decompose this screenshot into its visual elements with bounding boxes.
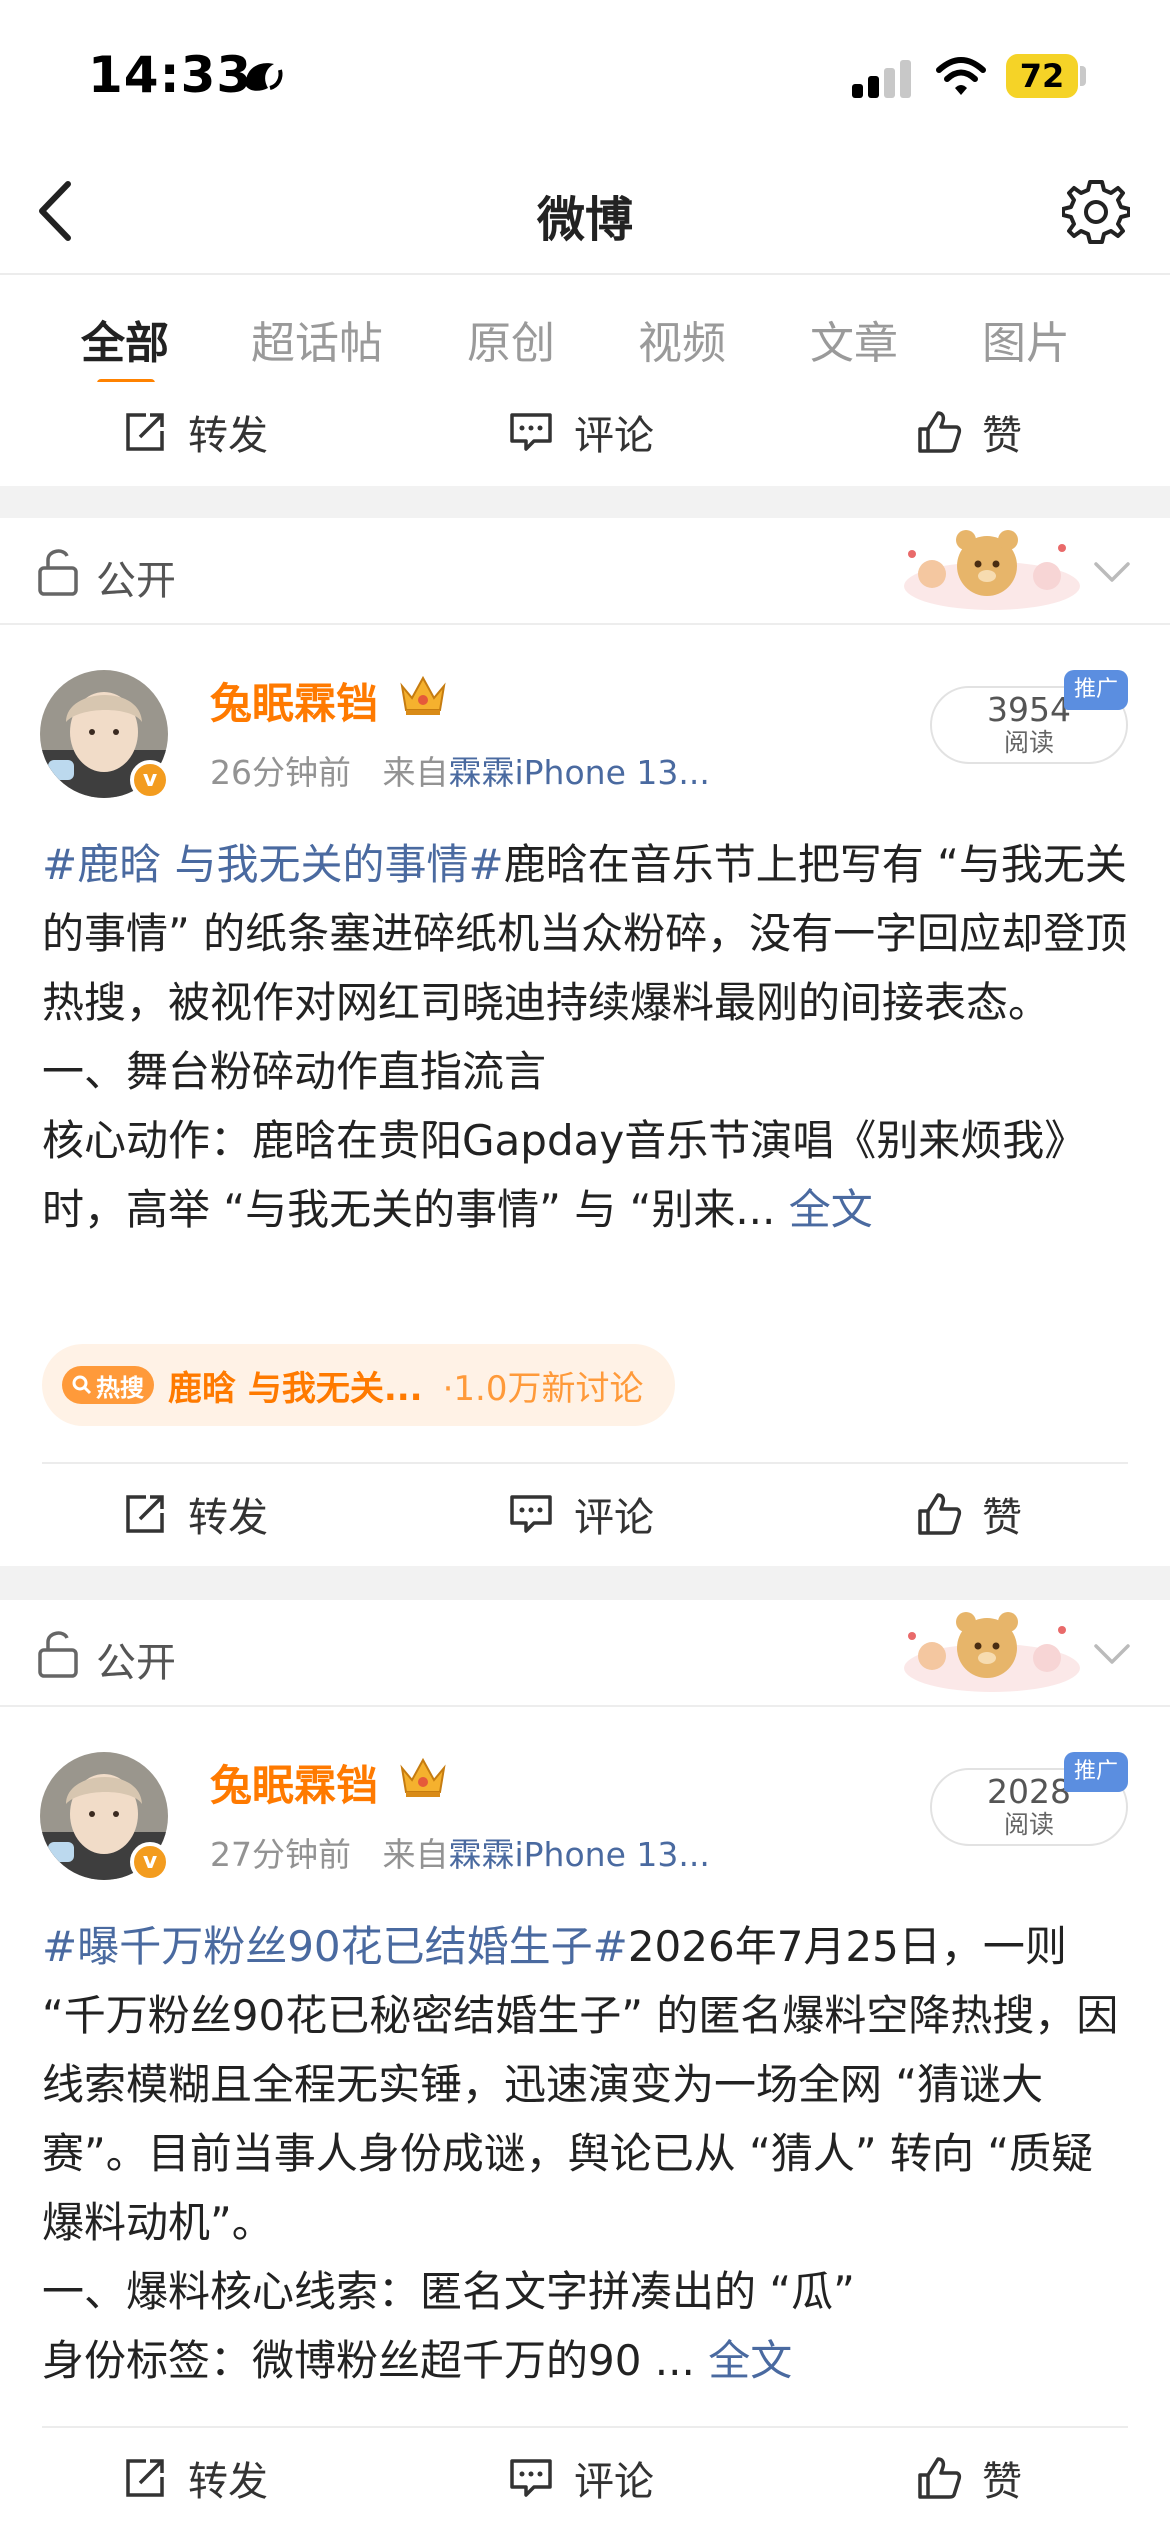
comment-label: 评论 bbox=[574, 1495, 654, 1541]
weibo-page: 14:33 72 微博 全部 超话帖 原创 视频 文章 图片 转发 评论 赞 公… bbox=[0, 0, 1170, 2532]
nav-bar: 微博 bbox=[0, 150, 1170, 275]
read-more-link[interactable]: 全文 bbox=[789, 1185, 873, 1234]
hot-search-keyword: 鹿晗 与我无关... bbox=[168, 1368, 423, 1409]
promo-badge: 推广 bbox=[1064, 1752, 1128, 1792]
verified-badge-icon: v bbox=[130, 1842, 170, 1882]
repost-icon bbox=[126, 1495, 164, 1533]
source-prefix: 来自 bbox=[382, 1835, 449, 1874]
battery-indicator: 72 bbox=[1006, 54, 1078, 98]
bear-sticker-icon bbox=[904, 530, 1080, 610]
crown-badge-icon bbox=[400, 675, 446, 715]
like-button[interactable]: 赞 bbox=[916, 2428, 1022, 2528]
privacy-label: 公开 bbox=[96, 558, 176, 604]
action-bar: 转发 评论 赞 bbox=[0, 382, 1170, 486]
tab-all[interactable]: 全部 bbox=[81, 307, 169, 371]
like-button[interactable]: 赞 bbox=[916, 1464, 1022, 1564]
unlock-icon bbox=[38, 549, 78, 596]
repost-icon bbox=[126, 2459, 164, 2497]
unlock-icon bbox=[38, 1631, 78, 1678]
repost-button[interactable]: 转发 bbox=[122, 2428, 268, 2528]
hot-search-tag-label: 热搜 bbox=[96, 1373, 144, 1402]
post-privacy-bar: 公开 bbox=[0, 518, 1170, 625]
read-label: 阅读 bbox=[1003, 728, 1054, 757]
like-button[interactable]: 赞 bbox=[916, 382, 1022, 482]
repost-button[interactable]: 转发 bbox=[122, 382, 268, 482]
hot-search-pill[interactable]: 热搜 鹿晗 与我无关... ·1.0万新讨论 bbox=[42, 1344, 676, 1426]
chevron-down-icon[interactable] bbox=[1090, 1634, 1134, 1674]
post-text: #曝千万粉丝90花已结婚生子#2026年7月25日，一则 “千万粉丝90花已秘密… bbox=[42, 1912, 1132, 2395]
status-bar: 14:33 72 bbox=[0, 0, 1170, 150]
verified-badge-icon: v bbox=[130, 760, 170, 800]
repost-icon bbox=[126, 413, 164, 451]
post-topic-link[interactable]: #曝千万粉丝90花已结婚生子# bbox=[42, 1922, 628, 1971]
focus-moon-icon bbox=[245, 63, 283, 91]
chevron-down-icon[interactable] bbox=[1090, 552, 1134, 592]
username[interactable]: 兔眠霖铛 bbox=[210, 1752, 378, 1813]
search-icon bbox=[72, 1375, 92, 1395]
repost-button[interactable]: 转发 bbox=[122, 1464, 268, 1564]
post-card: 公开 v 兔眠霖铛 bbox=[0, 518, 1170, 1566]
comment-label: 评论 bbox=[574, 413, 654, 459]
source-prefix: 来自 bbox=[382, 753, 449, 792]
repost-label: 转发 bbox=[188, 2459, 268, 2505]
comment-icon bbox=[510, 413, 552, 451]
tab-video[interactable]: 视频 bbox=[638, 307, 726, 371]
post-line-detail: 核心动作：鹿晗在贵阳Gapday音乐节演唱《别来烦我》时，高举 “与我无关的事情… bbox=[42, 1116, 1087, 1234]
like-label: 赞 bbox=[982, 413, 1022, 459]
repost-label: 转发 bbox=[188, 413, 268, 459]
bear-sticker-icon bbox=[904, 1612, 1080, 1692]
post-card: 公开 v 兔眠霖铛 bbox=[0, 1600, 1170, 2532]
username[interactable]: 兔眠霖铛 bbox=[210, 670, 378, 731]
tab-article[interactable]: 文章 bbox=[810, 307, 898, 371]
read-more-link[interactable]: 全文 bbox=[708, 2336, 792, 2385]
gear-icon[interactable] bbox=[1062, 178, 1130, 246]
thumbs-up-icon bbox=[918, 411, 962, 453]
repost-label: 转发 bbox=[188, 1495, 268, 1541]
battery-level: 72 bbox=[1019, 57, 1065, 95]
thumbs-up-icon bbox=[918, 2457, 962, 2499]
post-privacy-bar: 公开 bbox=[0, 1600, 1170, 1707]
tab-original[interactable]: 原创 bbox=[467, 307, 555, 371]
like-label: 赞 bbox=[982, 1495, 1022, 1541]
read-label: 阅读 bbox=[1003, 1810, 1054, 1839]
post-meta: 27分钟前 来自霖霖iPhone 13... bbox=[210, 1828, 710, 1876]
comment-button[interactable]: 评论 bbox=[508, 2428, 654, 2528]
post-time: 27分钟前 bbox=[210, 1835, 351, 1874]
promo-badge: 推广 bbox=[1064, 670, 1128, 710]
filter-tabs: 全部 超话帖 原创 视频 文章 图片 bbox=[0, 275, 1170, 390]
comment-button[interactable]: 评论 bbox=[508, 382, 654, 482]
tab-image[interactable]: 图片 bbox=[982, 307, 1070, 371]
privacy-label: 公开 bbox=[96, 1640, 176, 1686]
wifi-icon bbox=[936, 57, 986, 95]
thumbs-up-icon bbox=[918, 1493, 962, 1535]
comment-button[interactable]: 评论 bbox=[508, 1464, 654, 1564]
tab-super-topic[interactable]: 超话帖 bbox=[251, 307, 383, 371]
comment-label: 评论 bbox=[574, 2459, 654, 2505]
hot-search-count: ·1.0万新讨论 bbox=[442, 1368, 644, 1409]
post-line-heading: 一、舞台粉碎动作直指流言 bbox=[42, 1047, 547, 1096]
comment-icon bbox=[510, 1495, 552, 1533]
cellular-signal-icon bbox=[852, 58, 914, 98]
post-source: 霖霖iPhone 13... bbox=[448, 753, 710, 792]
post-line-heading: 一、爆料核心线索：匿名文字拼凑出的 “瓜” bbox=[42, 2267, 855, 2316]
post-meta: 26分钟前 来自霖霖iPhone 13... bbox=[210, 746, 710, 794]
post-source: 霖霖iPhone 13... bbox=[448, 1835, 710, 1874]
status-time: 14:33 bbox=[88, 46, 253, 104]
page-title: 微博 bbox=[536, 192, 633, 248]
action-bar: 转发 评论 赞 bbox=[0, 2428, 1170, 2528]
action-bar: 转发 评论 赞 bbox=[0, 1464, 1170, 1564]
comment-icon bbox=[510, 2459, 552, 2497]
post-topic-link[interactable]: #鹿晗 与我无关的事情# bbox=[42, 840, 504, 889]
post-line-detail: 身份标签：微博粉丝超千万的90 ... bbox=[42, 2336, 695, 2385]
post-text: #鹿晗 与我无关的事情#鹿晗在音乐节上把写有 “与我无关的事情” 的纸条塞进碎纸… bbox=[42, 830, 1132, 1244]
hot-search-tag: 热搜 bbox=[62, 1366, 154, 1404]
crown-badge-icon bbox=[400, 1757, 446, 1797]
like-label: 赞 bbox=[982, 2459, 1022, 2505]
post-time: 26分钟前 bbox=[210, 753, 351, 792]
battery-tip bbox=[1080, 66, 1086, 86]
